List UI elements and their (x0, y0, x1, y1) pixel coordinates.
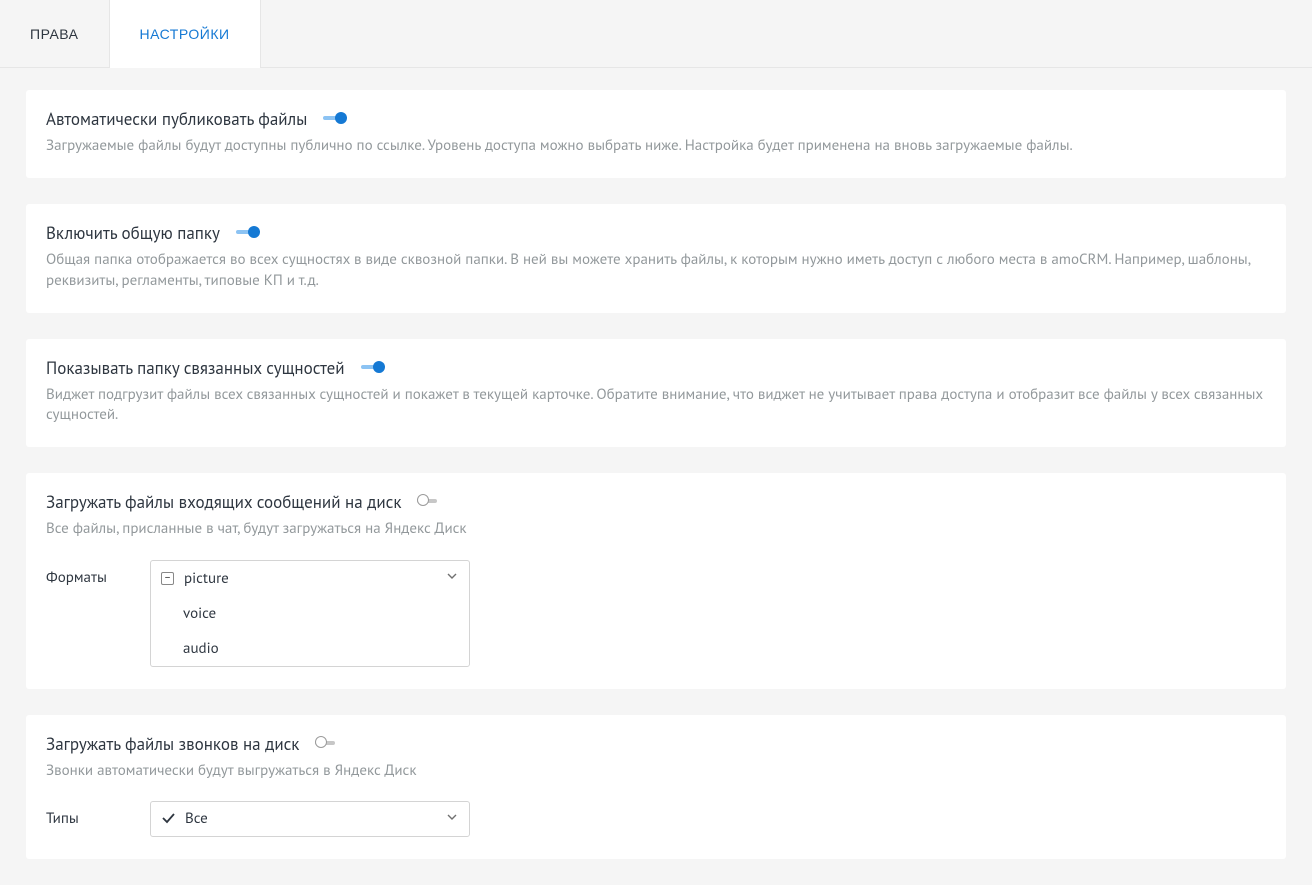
card-call-files: Загружать файлы звонков на диск Звонки а… (26, 715, 1286, 859)
card-incoming-files: Загружать файлы входящих сообщений на ди… (26, 473, 1286, 688)
card-desc: Общая папка отображается во всех сущност… (46, 250, 1266, 291)
format-option[interactable]: voice (183, 604, 216, 623)
settings-content: Автоматически публиковать файлы Загружае… (0, 68, 1312, 885)
types-select[interactable]: Все (150, 801, 470, 837)
check-icon (161, 812, 175, 826)
card-auto-publish: Автоматически публиковать файлы Загружае… (26, 90, 1286, 178)
format-option[interactable]: picture (184, 569, 229, 588)
toggle-shared-folder[interactable] (236, 227, 262, 239)
card-desc: Звонки автоматически будут выгружаться в… (46, 761, 1266, 781)
checkbox-indeterminate-icon[interactable]: − (161, 572, 174, 585)
card-title: Автоматически публиковать файлы (46, 108, 307, 130)
chevron-down-icon (447, 814, 457, 824)
toggle-related-folder[interactable] (361, 362, 387, 374)
card-title: Показывать папку связанных сущностей (46, 357, 345, 379)
card-desc: Все файлы, присланные в чат, будут загру… (46, 519, 1266, 539)
toggle-call-files[interactable] (315, 738, 341, 750)
format-option[interactable]: audio (183, 639, 219, 658)
toggle-auto-publish[interactable] (323, 113, 349, 125)
card-shared-folder: Включить общую папку Общая папка отображ… (26, 204, 1286, 313)
formats-select[interactable]: − picture voice audio (150, 560, 470, 667)
card-title: Загружать файлы входящих сообщений на ди… (46, 491, 401, 513)
types-label: Типы (46, 801, 150, 828)
tab-bar: ПРАВА НАСТРОЙКИ (0, 0, 1312, 68)
chevron-down-icon (447, 573, 457, 583)
card-related-folder: Показывать папку связанных сущностей Вид… (26, 339, 1286, 448)
tab-settings[interactable]: НАСТРОЙКИ (109, 0, 261, 68)
card-title: Загружать файлы звонков на диск (46, 733, 299, 755)
formats-label: Форматы (46, 560, 150, 587)
card-title: Включить общую папку (46, 222, 220, 244)
tab-rights[interactable]: ПРАВА (0, 0, 109, 68)
card-desc: Загружаемые файлы будут доступны публичн… (46, 136, 1266, 156)
toggle-incoming-files[interactable] (417, 496, 443, 508)
types-selected-value: Все (185, 809, 208, 828)
card-desc: Виджет подгрузит файлы всех связанных су… (46, 385, 1266, 426)
